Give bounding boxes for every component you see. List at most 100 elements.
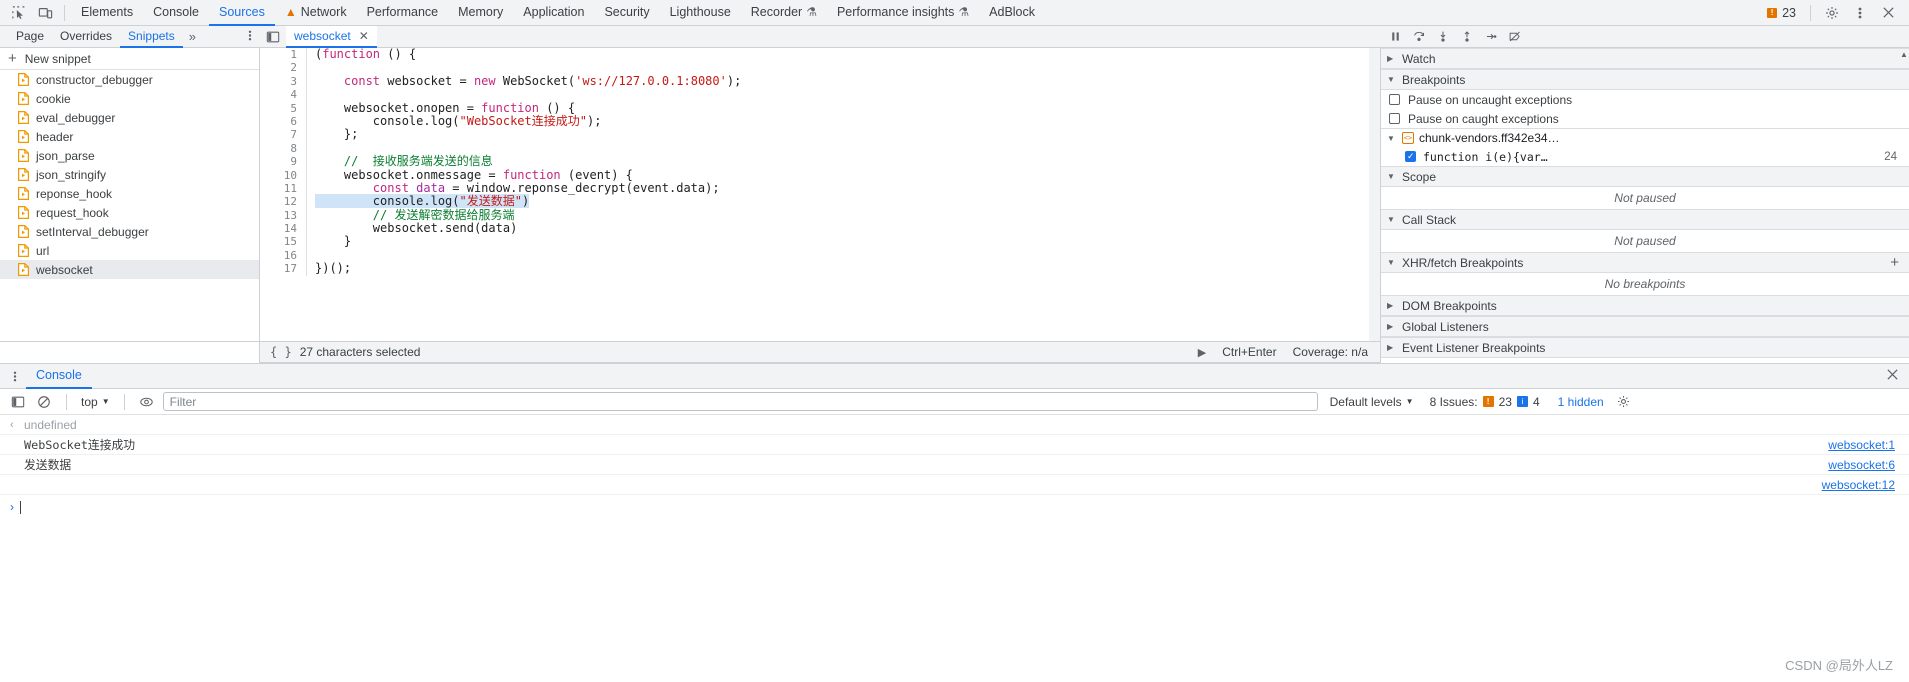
code-line[interactable]: 17})(); <box>260 262 1379 276</box>
code-line[interactable]: 7 }; <box>260 128 1379 142</box>
breakpoint-entry[interactable]: function i(e){var… 24 <box>1381 147 1909 166</box>
line-number[interactable]: 16 <box>260 249 306 262</box>
code-line-text[interactable]: websocket.onmessage = function (event) { <box>307 168 633 182</box>
tab-application[interactable]: Application <box>513 0 594 26</box>
code-line[interactable]: 3 const websocket = new WebSocket('ws://… <box>260 74 1379 89</box>
line-number[interactable]: 11 <box>260 182 306 195</box>
code-line[interactable]: 9 // 接收服务端发送的信息 <box>260 154 1379 169</box>
section-event-listener-breakpoints[interactable]: ▶ Event Listener Breakpoints <box>1381 337 1909 358</box>
clear-console-icon[interactable] <box>34 392 54 412</box>
code-line-text[interactable]: // 接收服务端发送的信息 <box>307 154 493 168</box>
code-line-text[interactable]: }; <box>307 128 358 141</box>
code-line[interactable]: 5 websocket.onopen = function () { <box>260 101 1379 115</box>
kebab-menu-icon[interactable] <box>1847 1 1873 25</box>
step-over-icon[interactable] <box>1408 27 1430 47</box>
pretty-print-button[interactable]: { } <box>270 345 292 359</box>
drawer-tab-console[interactable]: Console <box>26 364 92 389</box>
gear-icon[interactable] <box>1819 1 1845 25</box>
code-line-text[interactable]: console.log("发送数据") <box>307 194 530 209</box>
tab-network[interactable]: ▲ Network <box>275 0 357 26</box>
tab-performance[interactable]: Performance <box>357 0 449 26</box>
snippet-item[interactable]: request_hook <box>0 203 259 222</box>
console-message-source-link[interactable]: websocket:6 <box>1828 458 1909 472</box>
console-sidebar-icon[interactable] <box>8 392 28 412</box>
console-prompt[interactable]: › <box>0 495 1909 519</box>
checkbox[interactable] <box>1389 113 1400 124</box>
section-global-listeners[interactable]: ▶ Global Listeners <box>1381 316 1909 337</box>
scroll-up-arrow-icon[interactable]: ▲ <box>1898 48 1909 60</box>
snippet-item[interactable]: cookie <box>0 89 259 108</box>
navigator-kebab-menu-icon[interactable] <box>248 29 260 44</box>
inspect-cursor-icon[interactable] <box>6 1 32 25</box>
code-line-text[interactable]: websocket.onopen = function () { <box>307 101 575 115</box>
code-line[interactable]: 12 console.log("发送数据") <box>260 194 1379 209</box>
console-message-source-link[interactable]: websocket:12 <box>1822 478 1909 492</box>
subtab-snippets[interactable]: Snippets <box>120 26 183 48</box>
subtab-overrides[interactable]: Overrides <box>52 26 120 48</box>
snippet-item[interactable]: reponse_hook <box>0 184 259 203</box>
tab-security[interactable]: Security <box>594 0 659 26</box>
snippet-item[interactable]: json_stringify <box>0 165 259 184</box>
tab-elements[interactable]: Elements <box>71 0 143 26</box>
section-breakpoints[interactable]: ▼ Breakpoints <box>1381 69 1909 90</box>
step-into-icon[interactable] <box>1432 27 1454 47</box>
pause-resume-icon[interactable] <box>1384 27 1406 47</box>
tab-adblock[interactable]: AdBlock <box>979 0 1045 26</box>
code-line[interactable]: 13 // 发送解密数据给服务端 <box>260 208 1379 223</box>
tab-sources[interactable]: Sources <box>208 0 275 26</box>
code-line[interactable]: 14 websocket.send(data) <box>260 221 1379 236</box>
code-line-text[interactable]: const websocket = new WebSocket('ws://12… <box>307 74 741 88</box>
code-line[interactable]: 6 console.log("WebSocket连接成功"); <box>260 114 1379 129</box>
line-number[interactable]: 8 <box>260 142 306 155</box>
step-icon[interactable] <box>1480 27 1502 47</box>
new-snippet-button[interactable]: + New snippet <box>0 48 259 70</box>
tab-console[interactable]: Console <box>143 0 209 26</box>
code-line[interactable]: 2 <box>260 61 1379 75</box>
section-scope[interactable]: ▼ Scope <box>1381 166 1909 187</box>
line-number[interactable]: 13 <box>260 209 306 222</box>
checkbox[interactable] <box>1389 94 1400 105</box>
checkbox[interactable] <box>1405 150 1416 163</box>
line-number[interactable]: 1 <box>260 48 306 61</box>
section-dom-breakpoints[interactable]: ▶ DOM Breakpoints <box>1381 295 1909 316</box>
execution-context-selector[interactable]: top ▼ <box>79 395 112 409</box>
line-number[interactable]: 12 <box>260 195 306 208</box>
console-filter-input[interactable] <box>162 392 1318 411</box>
code-line[interactable]: 1 (function () { <box>260 48 1379 62</box>
step-out-icon[interactable] <box>1456 27 1478 47</box>
tab-lighthouse[interactable]: Lighthouse <box>660 0 741 26</box>
close-icon[interactable] <box>1875 1 1901 25</box>
snippet-item[interactable]: header <box>0 127 259 146</box>
code-line-text[interactable]: } <box>307 235 351 248</box>
line-number[interactable]: 14 <box>260 222 306 235</box>
code-line[interactable]: 15 } <box>260 235 1379 249</box>
panel-splitter[interactable] <box>1369 48 1380 363</box>
live-expression-icon[interactable] <box>137 392 157 412</box>
line-number[interactable]: 6 <box>260 115 306 128</box>
snippet-item[interactable]: constructor_debugger <box>0 70 259 89</box>
code-editor[interactable]: 1 (function () {2 3 const websocket = new … <box>260 48 1380 341</box>
code-line-text[interactable]: (function () { <box>307 48 416 61</box>
tab-memory[interactable]: Memory <box>448 0 513 26</box>
line-number[interactable]: 5 <box>260 102 306 115</box>
device-toolbar-icon[interactable] <box>32 1 58 25</box>
snippet-item[interactable]: url <box>0 241 259 260</box>
breakpoint-file-group[interactable]: ▼ <> chunk-vendors.ff342e34… <box>1381 128 1909 147</box>
gear-icon[interactable] <box>1614 392 1634 412</box>
console-log-levels-selector[interactable]: Default levels ▼ <box>1330 395 1414 409</box>
pause-on-uncaught-exceptions-row[interactable]: Pause on uncaught exceptions <box>1381 90 1909 109</box>
snippet-item[interactable]: eval_debugger <box>0 108 259 127</box>
line-number[interactable]: 9 <box>260 155 306 168</box>
debugger-scrollbar[interactable]: ▲ <box>1898 48 1909 363</box>
console-message-source-link[interactable]: websocket:1 <box>1828 438 1909 452</box>
pause-on-caught-exceptions-row[interactable]: Pause on caught exceptions <box>1381 109 1909 128</box>
line-number[interactable]: 4 <box>260 88 306 101</box>
line-number[interactable]: 15 <box>260 235 306 248</box>
tab-performance-insights[interactable]: Performance insights ⚗ <box>827 0 979 26</box>
subtab-page[interactable]: Page <box>8 26 52 48</box>
code-line[interactable]: 16 <box>260 248 1379 263</box>
line-number[interactable]: 17 <box>260 262 306 275</box>
editor-tab-websocket[interactable]: websocket ✕ <box>286 25 377 48</box>
hidden-messages-label[interactable]: 1 hidden <box>1558 395 1604 409</box>
line-number[interactable]: 3 <box>260 75 306 88</box>
